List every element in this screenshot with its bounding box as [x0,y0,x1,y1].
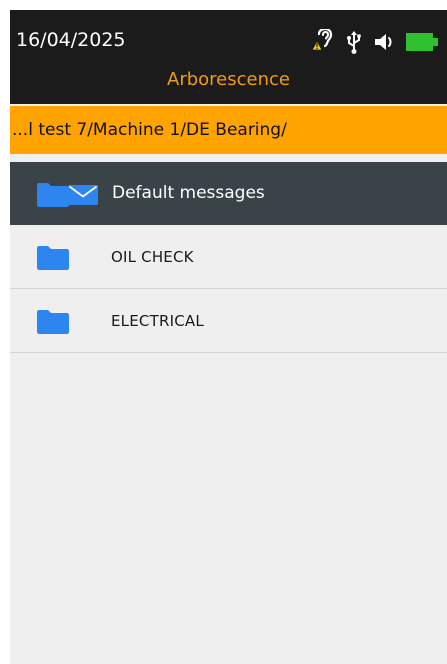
list-item[interactable]: ELECTRICAL [10,289,447,353]
breadcrumb[interactable]: ...l test 7/Machine 1/DE Bearing/ [10,106,447,154]
envelope-icon [68,185,98,209]
current-folder-label: Default messages [112,183,265,203]
folder-icon [37,310,69,338]
speaker-icon [373,29,395,55]
usb-icon [345,29,363,55]
device-screen: 16/04/2025 Arborescence ...l test 7/Mach… [10,10,447,664]
folder-icon [37,246,69,274]
list-item[interactable]: OIL CHECK [10,225,447,289]
folder-icon [37,183,69,211]
status-icons [311,28,439,56]
list-item-label: OIL CHECK [111,248,194,266]
battery-icon [405,29,439,55]
app-title: Arborescence [167,69,290,90]
hearing-warning-icon [311,29,335,55]
status-bar: 16/04/2025 Arborescence [10,10,447,104]
current-folder-header[interactable]: Default messages [10,162,447,225]
status-date: 16/04/2025 [16,29,126,51]
breadcrumb-path: ...l test 7/Machine 1/DE Bearing/ [12,120,287,140]
list-item-label: ELECTRICAL [111,312,204,330]
